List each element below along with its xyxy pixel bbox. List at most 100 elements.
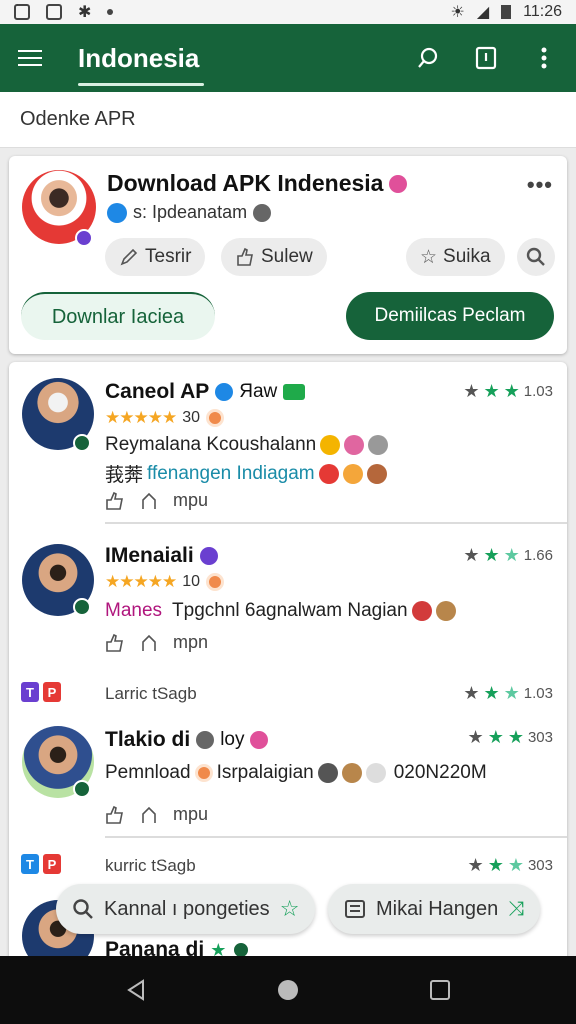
gold-stars: ★★★★★ — [105, 408, 177, 427]
back-icon[interactable] — [116, 970, 156, 1010]
star-icon: ★ — [503, 683, 520, 703]
emoji-icon — [317, 763, 338, 783]
star-icon: ★ — [483, 545, 500, 565]
shuffle-icon: ⤨ — [508, 897, 525, 920]
more-vert-icon[interactable] — [530, 44, 558, 72]
app-tag: T P — [21, 682, 61, 702]
star-outline-icon: ☆ — [279, 896, 300, 921]
app-tag-right: P — [43, 682, 61, 702]
settings-notification-icon: ✱ — [78, 4, 92, 21]
star-outline-icon: ☆ — [420, 246, 438, 268]
floating-search-pill[interactable]: Kannal ı pongeties ☆ — [56, 884, 316, 934]
star-icon: ★ — [487, 855, 504, 875]
star-icon: ★ — [463, 683, 480, 703]
page-title: Indonesia — [78, 42, 200, 73]
featured-title-text: Download APK Indenesia — [107, 170, 384, 196]
star-icon: ★ — [463, 381, 480, 401]
post-text: Reymalana Kcoushalann — [105, 434, 389, 456]
post-text: Pemnload Isrpalaigian 020N220M — [105, 762, 487, 784]
post-text-line: 020N220M — [393, 762, 487, 783]
search-icon — [526, 247, 545, 266]
post-text: Manes Tpgchnl 6agnalwam Nagian — [105, 600, 456, 622]
battery-icon — [501, 5, 512, 19]
share-icon[interactable] — [139, 633, 159, 653]
floating-list-pill[interactable]: Mikai Hangen ⤨ — [328, 884, 541, 934]
music-icon — [253, 203, 272, 222]
home-icon[interactable] — [268, 970, 308, 1010]
stars-count: 10 — [182, 573, 200, 590]
emoji-icon — [344, 435, 365, 455]
stars-line: ★★★★★ 10 — [105, 572, 224, 592]
app-meta-text: Larric tSagb — [105, 684, 197, 703]
share-icon[interactable] — [139, 805, 159, 825]
thumb-up-icon[interactable] — [105, 633, 125, 653]
share-icon[interactable] — [139, 491, 159, 511]
rating-value: 1.66 — [523, 546, 553, 564]
star-icon: ★ — [503, 381, 520, 401]
star-icon: ★ — [483, 381, 500, 401]
emoji-icon — [411, 601, 432, 621]
message-icon — [283, 384, 306, 400]
star-icon: ★ — [463, 545, 480, 565]
post-text-link[interactable]: ffenangen Indiagam — [147, 463, 315, 485]
search-icon — [73, 899, 93, 919]
user-name-text: IMenaiali — [105, 544, 194, 567]
rating-value: 1.03 — [523, 382, 553, 400]
post-text-prefix: 莪莾 — [105, 465, 144, 486]
app-tag-left: T — [21, 854, 39, 874]
thumb-icon — [237, 247, 253, 266]
star-icon: ★ — [487, 727, 504, 747]
post-actions: mpu — [105, 490, 208, 511]
star-icon: ★ — [467, 855, 484, 875]
post-action-label: mpu — [173, 804, 209, 824]
tablet-icon[interactable] — [472, 44, 500, 72]
app-tag: T P — [21, 854, 61, 874]
thumb-up-icon[interactable] — [105, 491, 125, 511]
app-tag-left: T — [21, 682, 39, 702]
chip-tesrir[interactable]: Tesrir — [105, 238, 206, 276]
chip-search-button[interactable] — [517, 238, 555, 276]
post-text-line: Isrpalaigian — [216, 762, 314, 783]
more-horiz-icon[interactable]: ••• — [527, 172, 553, 198]
menu-icon[interactable] — [18, 42, 50, 74]
emoji-icon — [365, 763, 386, 783]
user-handle: loy — [220, 729, 245, 750]
chip-label: Suika — [443, 246, 491, 267]
search-icon[interactable] — [414, 44, 442, 72]
image-icon — [14, 4, 30, 20]
divider — [105, 836, 567, 838]
post-list: Caneol AP Яaw ★ ★ ★ 1.03 ★★★★★ 30 Reymal… — [9, 362, 567, 962]
coin-icon — [206, 573, 224, 591]
emoji-icon — [320, 435, 341, 455]
badge-icon — [389, 174, 408, 193]
post-text-line: Reymalana Kcoushalann — [105, 434, 317, 455]
divider — [105, 522, 567, 524]
star-icon: ★ — [483, 683, 500, 703]
post-actions: mpn — [105, 632, 208, 653]
rating: ★ ★ ★ 1.66 — [463, 546, 553, 564]
verified-badge-icon — [73, 434, 91, 452]
user-name-text: Caneol AP — [105, 380, 210, 403]
recents-icon[interactable] — [420, 970, 460, 1010]
chip-sulew[interactable]: Sulew — [221, 238, 327, 276]
featured-subtitle-text: s: Ipdeanatam — [133, 202, 248, 222]
sd-card-icon — [46, 4, 62, 20]
rating: ★ ★ ★ 1.03 — [463, 382, 553, 400]
emoji-icon — [368, 435, 389, 455]
post-text: 莪莾 ffenangen Indiagam — [105, 460, 387, 487]
download-outline-button[interactable]: Downlar Iaciea — [21, 292, 215, 340]
title-underline — [78, 83, 204, 86]
chip-suika[interactable]: ☆ Suika — [406, 238, 505, 276]
featured-title: Download APK Indenesia — [107, 170, 408, 197]
floating-pill-label: Mikai Hangen — [376, 897, 499, 920]
post-action-label: mpu — [173, 490, 209, 510]
search-input[interactable]: Odenke APR — [0, 92, 576, 148]
wifi-icon: ◢ — [476, 4, 490, 21]
star-icon: ★ — [507, 727, 524, 747]
rating: ★ ★ ★ 1.03 — [463, 684, 553, 702]
featured-card[interactable]: Download APK Indenesia s: Ipdeanatam •••… — [9, 156, 567, 354]
badge-icon — [250, 731, 269, 749]
link-icon — [196, 731, 215, 749]
thumb-up-icon[interactable] — [105, 805, 125, 825]
download-solid-button[interactable]: Demiilcas Peclam — [346, 292, 554, 340]
